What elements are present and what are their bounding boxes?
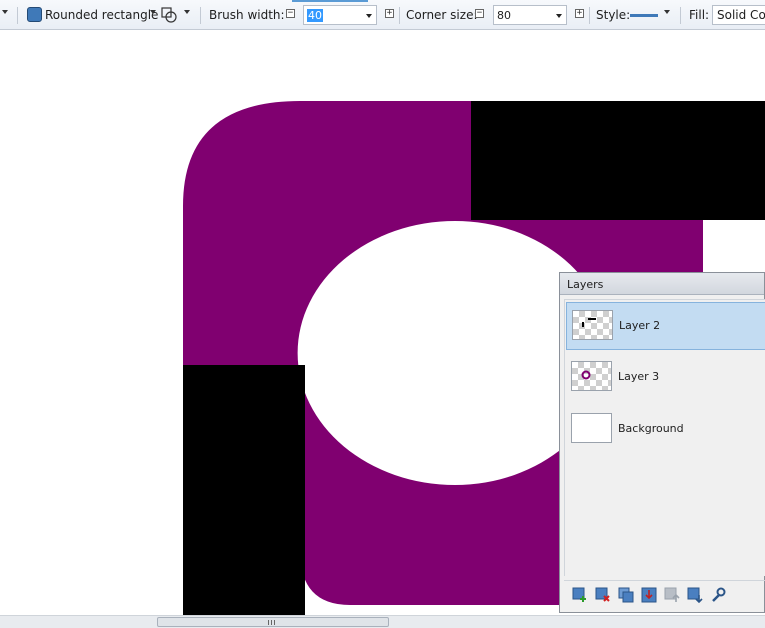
scrollbar-thumb[interactable] xyxy=(157,617,389,627)
layers-panel-title: Layers xyxy=(567,278,604,291)
layer-thumbnail xyxy=(572,310,613,340)
layer-item-layer-3[interactable]: Layer 3 xyxy=(566,354,765,402)
layer-item-layer-2[interactable]: Layer 2 xyxy=(566,302,765,350)
corner-size-decrease-icon[interactable]: − xyxy=(475,9,484,18)
layer-name: Background xyxy=(618,422,684,435)
scroll-grip xyxy=(268,620,269,625)
layer-item-background[interactable]: Background xyxy=(566,406,765,454)
toolbar-separator xyxy=(399,7,400,24)
toolbar-separator xyxy=(680,7,681,24)
move-layer-up-icon[interactable] xyxy=(664,587,680,603)
chevron-down-icon[interactable] xyxy=(2,10,8,14)
scroll-grip xyxy=(271,620,272,625)
layers-button-bar xyxy=(564,580,765,609)
scroll-grip xyxy=(274,620,275,625)
duplicate-layer-icon[interactable] xyxy=(618,587,634,603)
draw-mode-dropdown-icon[interactable] xyxy=(184,10,190,14)
layer-thumbnail xyxy=(571,413,612,443)
fill-label: Fill: xyxy=(689,8,710,22)
delete-layer-icon[interactable] xyxy=(595,587,611,603)
corner-size-dropdown-icon[interactable] xyxy=(556,14,562,18)
layers-panel-titlebar[interactable]: Layers xyxy=(560,273,764,295)
brush-width-label: Brush width: xyxy=(209,8,285,22)
black-rectangle-top xyxy=(471,101,765,220)
move-layer-down-icon[interactable] xyxy=(687,587,703,603)
brush-width-dropdown-icon[interactable] xyxy=(366,14,372,18)
line-style-preview[interactable] xyxy=(630,14,658,17)
corner-size-value[interactable]: 80 xyxy=(497,9,511,22)
corner-size-input[interactable]: 80 xyxy=(493,5,567,25)
toolbar-separator xyxy=(589,7,590,24)
shape-type-dropdown-icon[interactable] xyxy=(150,10,156,14)
brush-width-input[interactable]: 40 xyxy=(303,5,377,25)
corner-size-increase-icon[interactable]: + xyxy=(575,9,584,18)
toolbar-accent xyxy=(292,0,368,2)
layer-properties-icon[interactable] xyxy=(710,587,726,603)
add-layer-icon[interactable] xyxy=(572,587,588,603)
tool-options-toolbar: Rounded rectangle Brush width: − 40 + Co… xyxy=(0,0,765,30)
shape-type-icon[interactable] xyxy=(27,7,42,22)
toolbar-separator xyxy=(200,7,201,24)
brush-width-value[interactable]: 40 xyxy=(307,9,323,22)
toolbar-separator xyxy=(17,7,18,24)
layer-name: Layer 2 xyxy=(619,319,661,332)
merge-layer-down-icon[interactable] xyxy=(641,587,657,603)
brush-width-decrease-icon[interactable]: − xyxy=(286,9,295,18)
layer-name: Layer 3 xyxy=(618,370,660,383)
shape-type-label[interactable]: Rounded rectangle xyxy=(45,8,158,22)
horizontal-scrollbar[interactable] xyxy=(0,615,765,628)
shape-draw-mode-icon[interactable] xyxy=(160,6,178,24)
corner-size-label: Corner size: xyxy=(406,8,478,22)
layer-thumbnail xyxy=(571,361,612,391)
fill-mode-dropdown[interactable]: Solid Col xyxy=(712,5,765,25)
black-rectangle-left xyxy=(183,365,305,615)
layers-panel: Layers Layer 2 Layer 3 Background xyxy=(559,272,765,613)
style-label: Style: xyxy=(596,8,631,22)
style-dropdown-icon[interactable] xyxy=(664,10,670,14)
brush-width-increase-icon[interactable]: + xyxy=(385,9,394,18)
fill-mode-value[interactable]: Solid Col xyxy=(717,9,765,22)
layers-list: Layer 2 Layer 3 Background xyxy=(564,299,765,576)
